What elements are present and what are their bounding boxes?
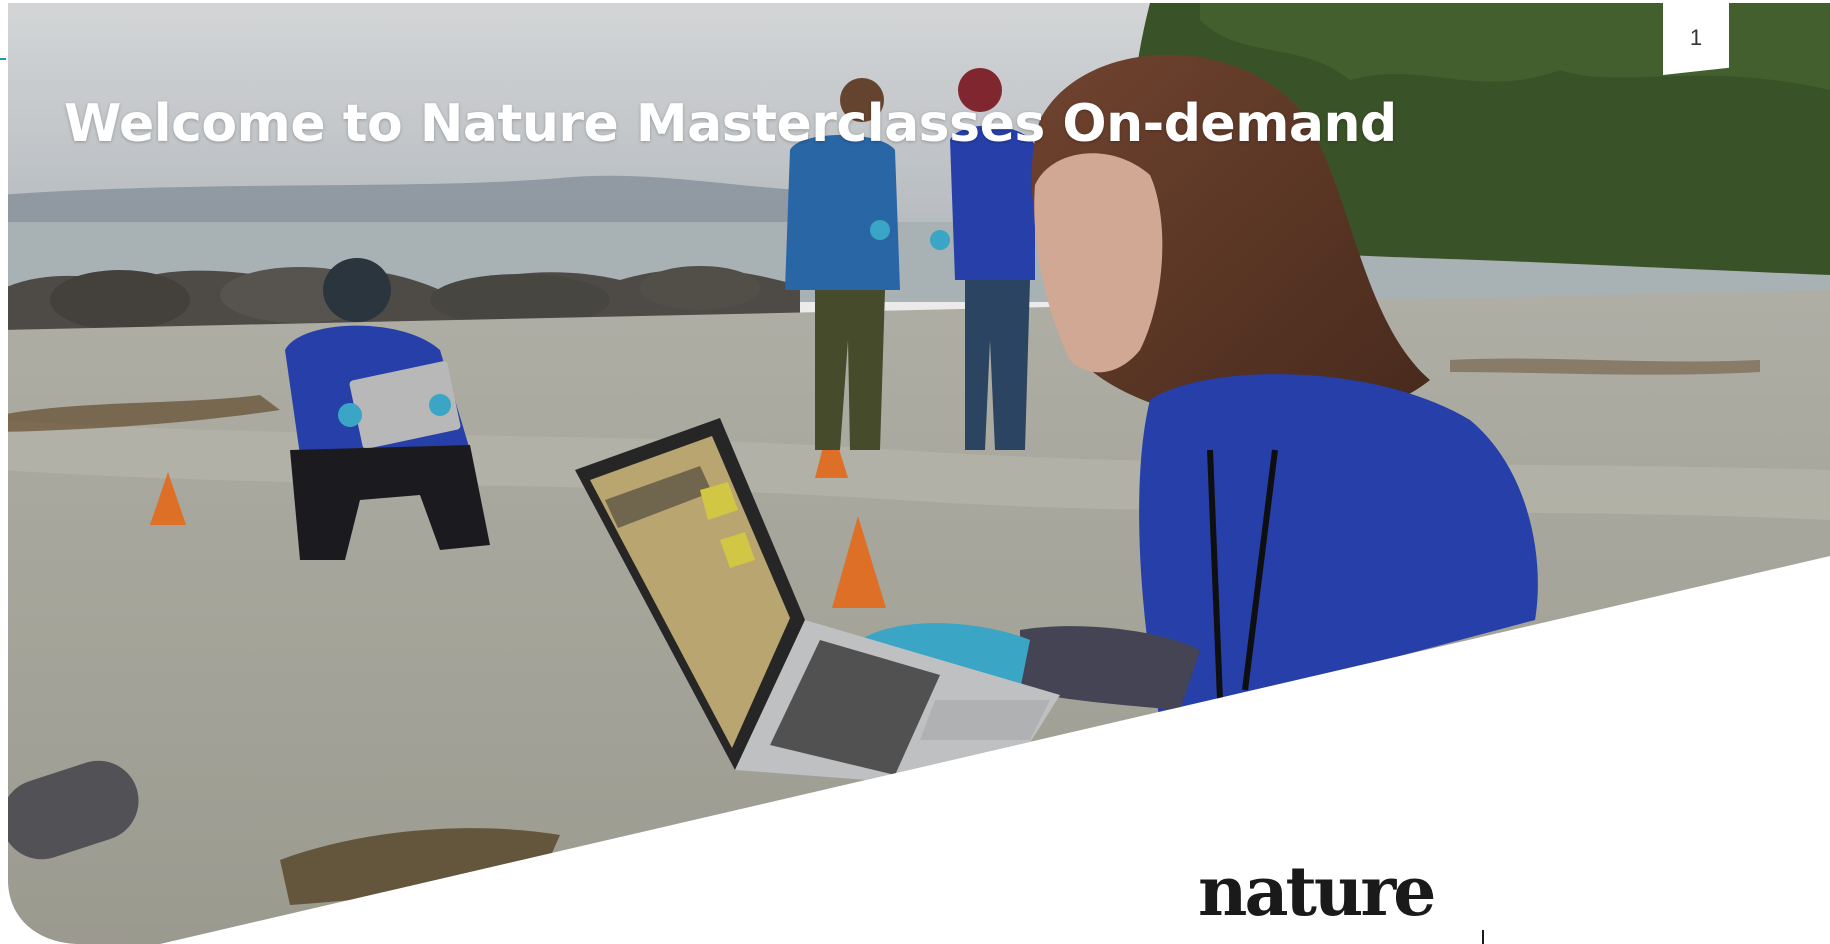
slide: Welcome to Nature Masterclasses On-deman…: [0, 0, 1830, 944]
page-number: 1: [1663, 3, 1729, 75]
page-number-label: 1: [1689, 25, 1703, 50]
slide-title: Welcome to Nature Masterclasses On-deman…: [64, 94, 1397, 154]
nature-logo-text: nature: [1198, 852, 1436, 932]
accent-line: [0, 58, 6, 60]
logo-mark: [1482, 930, 1484, 944]
nature-logo: nature: [1198, 858, 1436, 926]
